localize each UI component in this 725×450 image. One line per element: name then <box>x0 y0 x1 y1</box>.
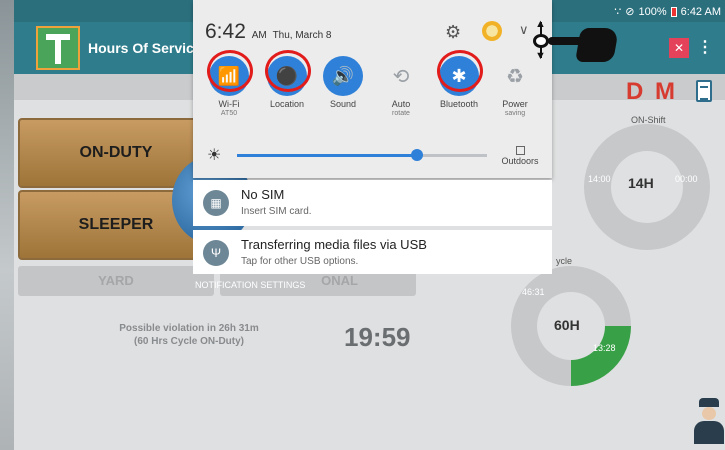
app-logo <box>36 26 80 70</box>
tile-label: Sound <box>329 99 357 109</box>
tile-power-saving[interactable]: ♻ Power saving <box>485 56 545 118</box>
auto-rotate-icon[interactable]: ⟲ <box>381 56 421 96</box>
tile-location-pin[interactable]: ⚫ Location <box>257 50 317 109</box>
officer-icon[interactable] <box>694 398 724 444</box>
app-title: Hours Of Service <box>88 40 202 56</box>
violation-line-1: Possible violation in 26h 31m <box>119 323 259 334</box>
notification-no-sim[interactable]: ▦ No SIM Insert SIM card. <box>193 180 552 226</box>
status-time: 6:42 AM <box>680 5 721 18</box>
brightness-row: ☀ <box>207 147 537 164</box>
dnd-icon: ⊘ <box>625 6 635 18</box>
status-right: ∵ ⊘ 100% 6:42 AM <box>614 5 721 19</box>
clipboard-icon[interactable] <box>696 80 712 102</box>
brightness-icon: ☀ <box>207 147 222 164</box>
brightness-slider-thumb[interactable] <box>411 149 423 161</box>
outdoors-toggle[interactable]: Outdoors <box>497 146 543 166</box>
bluetooth-off-icon[interactable]: ✕ <box>669 38 689 58</box>
tile-label: Bluetooth <box>439 99 479 109</box>
tile-label: Wi-Fi <box>218 99 240 109</box>
tile-auto-rotate[interactable]: ⟲ Auto rotate <box>371 56 431 118</box>
shade-clock: 6:42 AM Thu, March 8 <box>205 20 331 44</box>
notification-usb[interactable]: Ψ Transferring media files via USB Tap f… <box>193 230 552 274</box>
duty-letter-d[interactable]: D <box>626 78 643 106</box>
outdoors-label: Outdoors <box>501 156 539 166</box>
on-shift-center-value: 14H <box>628 175 654 191</box>
tile-label: Auto <box>391 99 411 109</box>
chevron-down-icon[interactable]: ∨ <box>519 22 529 38</box>
tile-sublabel: AT50 <box>220 110 238 117</box>
tile-wifi[interactable]: 📶 Wi-Fi AT50 <box>199 50 259 118</box>
yard-button[interactable]: YARD <box>18 266 214 296</box>
notification-subtitle: Tap for other USB options. <box>241 256 359 267</box>
violation-warning: Possible violation in 26h 31m (60 Hrs Cy… <box>94 322 284 348</box>
gear-icon[interactable]: ⚙ <box>445 22 461 43</box>
duty-letter-m[interactable]: M <box>655 78 675 106</box>
cycle-center-value: 60H <box>554 317 580 333</box>
battery-percent: 100% <box>638 5 667 18</box>
on-shift-left-value: 14:00 <box>588 174 611 184</box>
user-avatar-icon[interactable] <box>482 21 502 41</box>
notification-title: No SIM <box>241 187 285 202</box>
cycle-label: ycle <box>556 256 573 266</box>
countdown-timer: 19:59 <box>344 322 411 352</box>
notification-subtitle: Insert SIM card. <box>241 206 312 217</box>
usb-icon: Ψ <box>203 240 229 266</box>
notification-title: Transferring media files via USB <box>241 237 427 252</box>
tile-sublabel: rotate <box>392 110 410 117</box>
shade-date: Thu, March 8 <box>272 30 332 41</box>
quick-settings-panel: 6:42 AM Thu, March 8 ⚙ ∨ 📶 Wi-Fi AT50 ⚫ Loca… <box>193 0 552 178</box>
on-shift-right-value: 00:00 <box>675 174 698 184</box>
cycle-right-value: 13:28 <box>593 343 616 353</box>
checkbox-icon[interactable] <box>515 146 525 155</box>
overflow-menu-icon[interactable]: ⋮ <box>697 37 713 57</box>
tile-sound[interactable]: 🔊 Sound <box>313 56 373 109</box>
shade-time: 6:42 <box>205 20 246 43</box>
notification-shade: 6:42 AM Thu, March 8 ⚙ ∨ 📶 Wi-Fi AT50 ⚫ Loca… <box>193 0 552 300</box>
brightness-fill <box>237 154 417 157</box>
sim-icon: ▦ <box>203 190 229 216</box>
battery-icon <box>670 6 677 17</box>
background-strip <box>0 0 14 450</box>
sound-icon[interactable]: 🔊 <box>323 56 363 96</box>
power-saving-icon[interactable]: ♻ <box>495 56 535 96</box>
tile-label: Location <box>269 99 305 109</box>
notification-settings-link[interactable]: NOTIFICATION SETTINGS <box>195 280 305 290</box>
tile-sublabel: saving <box>504 110 526 117</box>
pointing-hand-icon: ▲ ▼ <box>530 18 620 64</box>
wifi-status-icon: ∵ <box>614 6 622 18</box>
highlight-ring <box>265 50 311 92</box>
tile-bluetooth[interactable]: ✱ Bluetooth <box>429 50 489 109</box>
highlight-ring <box>437 50 483 92</box>
violation-line-2: (60 Hrs Cycle ON-Duty) <box>133 336 245 347</box>
shade-ampm: AM <box>251 30 267 41</box>
tile-label: Power <box>502 99 528 109</box>
highlight-ring <box>207 50 253 92</box>
